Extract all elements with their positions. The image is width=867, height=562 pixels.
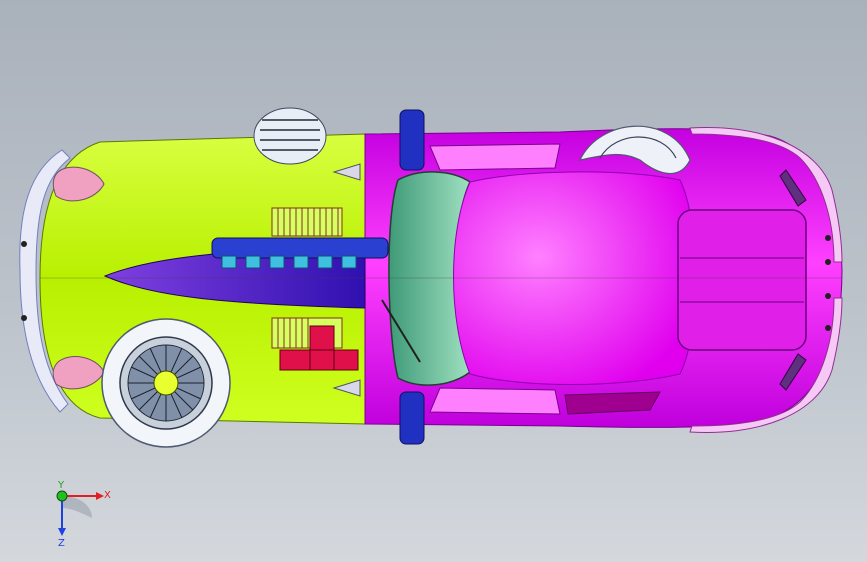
car-model-top-view[interactable] [0, 0, 867, 562]
y-axis-label: Y [57, 480, 65, 491]
rear-bolt-bottom [21, 315, 27, 321]
vent-bottom [564, 391, 661, 415]
front-bolt-3 [825, 293, 831, 299]
grille-top [271, 207, 343, 237]
coordinate-triad: X Y Z [56, 480, 111, 548]
front-bolt-2 [825, 259, 831, 265]
front-crossmember-top [399, 109, 425, 171]
front-crossmember-bottom [399, 391, 425, 445]
front-bolt-4 [825, 325, 831, 331]
side-window-top [429, 143, 561, 171]
rear-wheel [101, 318, 231, 448]
graphics-viewport[interactable]: X Y Z [0, 0, 867, 562]
x-axis-label: X [104, 490, 111, 501]
y-axis-dot [56, 490, 68, 502]
z-axis-label: Z [58, 538, 65, 548]
hood-panel [677, 209, 807, 351]
front-bolt-1 [825, 235, 831, 241]
side-window-bottom [429, 387, 561, 415]
rear-bolt-top [21, 241, 27, 247]
spare-tire [253, 107, 327, 165]
